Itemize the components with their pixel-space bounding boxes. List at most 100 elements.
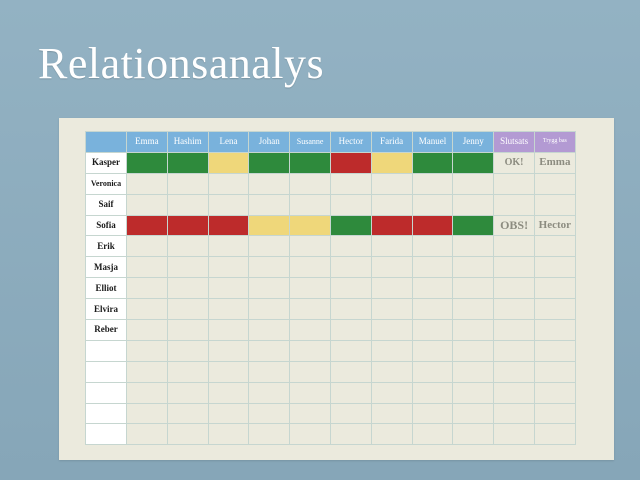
trygg-bas-cell bbox=[533, 256, 576, 279]
slutsats-cell bbox=[493, 402, 535, 425]
relation-cell-empty bbox=[248, 277, 291, 300]
relation-cell-empty bbox=[126, 256, 168, 279]
slutsats-cell bbox=[493, 298, 535, 321]
relation-cell-empty bbox=[329, 360, 372, 383]
relation-cell-empty bbox=[248, 172, 291, 195]
table-row: Kasper OK! Emma bbox=[85, 151, 576, 174]
relation-cell-empty bbox=[370, 172, 413, 195]
trygg-bas-cell bbox=[533, 235, 576, 258]
relation-cell-empty bbox=[370, 256, 413, 279]
relation-cell-empty bbox=[207, 172, 250, 195]
relation-cell-empty bbox=[207, 298, 250, 321]
relation-cell-empty bbox=[289, 339, 331, 362]
relation-cell-empty bbox=[166, 402, 209, 425]
relation-cell-empty bbox=[370, 319, 413, 341]
relation-cell-empty bbox=[166, 277, 209, 300]
relation-cell-empty bbox=[166, 256, 209, 279]
trygg-bas-cell bbox=[533, 423, 576, 446]
table-row bbox=[85, 423, 576, 446]
trygg-bas-cell bbox=[533, 298, 576, 321]
slutsats-cell bbox=[493, 172, 535, 195]
relation-cell-red bbox=[370, 214, 413, 237]
relation-cell-empty bbox=[452, 339, 495, 362]
relation-cell-empty bbox=[411, 193, 454, 216]
relation-cell-green bbox=[289, 151, 331, 174]
relation-cell-empty bbox=[207, 402, 250, 425]
relation-cell-empty bbox=[248, 319, 291, 341]
slutsats-cell bbox=[493, 277, 535, 300]
relation-cell-empty bbox=[207, 339, 250, 362]
header-corner-cell bbox=[85, 131, 127, 153]
column-header: Hashim bbox=[166, 131, 209, 153]
relation-cell-empty bbox=[411, 256, 454, 279]
column-header: Johan bbox=[248, 131, 291, 153]
relation-cell-empty bbox=[126, 402, 168, 425]
relation-cell-empty bbox=[370, 402, 413, 425]
relation-cell-empty bbox=[452, 298, 495, 321]
table-row: Veronica bbox=[85, 172, 576, 195]
relation-cell-empty bbox=[126, 319, 168, 341]
relation-cell-empty bbox=[370, 381, 413, 404]
table-row: Elvira bbox=[85, 298, 576, 321]
relation-cell-empty bbox=[370, 193, 413, 216]
relation-cell-empty bbox=[411, 319, 454, 341]
relation-cell-empty bbox=[452, 423, 495, 446]
slutsats-cell bbox=[493, 423, 535, 446]
trygg-bas-cell bbox=[533, 381, 576, 404]
relation-cell-empty bbox=[411, 423, 454, 446]
relation-cell-empty bbox=[329, 277, 372, 300]
row-name-cell: Saif bbox=[85, 193, 127, 216]
row-name-cell: Veronica bbox=[85, 172, 127, 195]
relation-cell-empty bbox=[126, 339, 168, 362]
relation-cell-empty bbox=[248, 235, 291, 258]
relation-cell-empty bbox=[370, 423, 413, 446]
relation-cell-empty bbox=[289, 235, 331, 258]
relation-cell-empty bbox=[126, 277, 168, 300]
relation-cell-empty bbox=[452, 277, 495, 300]
row-name-cell: Kasper bbox=[85, 151, 127, 174]
column-header: Jenny bbox=[452, 131, 495, 153]
column-header: Susanne bbox=[289, 131, 331, 153]
relation-cell-empty bbox=[126, 193, 168, 216]
relation-cell-empty bbox=[411, 277, 454, 300]
relation-cell-red bbox=[126, 214, 168, 237]
relation-cell-empty bbox=[289, 319, 331, 341]
relation-cell-empty bbox=[289, 360, 331, 383]
row-name-cell: Reber bbox=[85, 319, 127, 341]
slutsats-cell bbox=[493, 193, 535, 216]
relation-cell-empty bbox=[207, 277, 250, 300]
relation-cell-empty bbox=[329, 193, 372, 216]
relation-cell-empty bbox=[289, 402, 331, 425]
table-row bbox=[85, 402, 576, 425]
table-row bbox=[85, 339, 576, 362]
relation-cell-empty bbox=[166, 319, 209, 341]
relation-cell-red bbox=[411, 214, 454, 237]
relation-cell-empty bbox=[126, 172, 168, 195]
relation-cell-green bbox=[329, 214, 372, 237]
relation-cell-empty bbox=[452, 172, 495, 195]
row-name-cell: Elvira bbox=[85, 298, 127, 321]
relation-cell-empty bbox=[207, 235, 250, 258]
header-row: Emma Hashim Lena Johan Susanne Hector Fa… bbox=[85, 131, 576, 153]
relation-cell-empty bbox=[207, 423, 250, 446]
trygg-bas-cell bbox=[533, 339, 576, 362]
relation-cell-green bbox=[126, 151, 168, 174]
row-name-cell: Sofia bbox=[85, 214, 127, 237]
row-name-cell: Masja bbox=[85, 256, 127, 279]
relation-cell-empty bbox=[207, 193, 250, 216]
relation-cell-empty bbox=[329, 256, 372, 279]
relation-cell-empty bbox=[289, 423, 331, 446]
relation-cell-empty bbox=[411, 339, 454, 362]
trygg-bas-cell bbox=[533, 360, 576, 383]
relation-cell-empty bbox=[248, 381, 291, 404]
relation-cell-empty bbox=[248, 193, 291, 216]
trygg-bas-cell bbox=[533, 319, 576, 341]
relation-cell-green bbox=[452, 151, 495, 174]
slide-title: Relationsanalys bbox=[38, 39, 325, 88]
relation-cell-empty bbox=[289, 381, 331, 404]
relation-cell-empty bbox=[452, 360, 495, 383]
relation-cell-empty bbox=[452, 381, 495, 404]
relation-cell-empty bbox=[289, 298, 331, 321]
slutsats-cell bbox=[493, 339, 535, 362]
relation-cell-empty bbox=[289, 277, 331, 300]
